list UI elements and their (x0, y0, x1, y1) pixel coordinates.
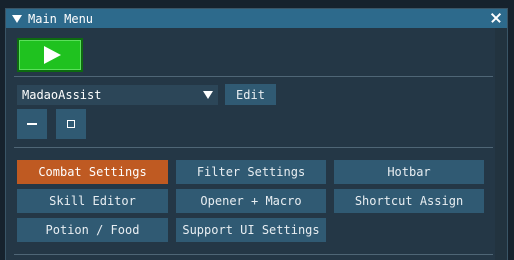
menu-button-filter-settings[interactable]: Filter Settings (176, 160, 326, 184)
window-title: Main Menu (28, 11, 94, 26)
menu-button-combat-settings[interactable]: Combat Settings (17, 160, 168, 184)
menu-button-opener-macro[interactable]: Opener + Macro (176, 189, 326, 213)
minimize-button[interactable] (17, 109, 47, 139)
square-button[interactable] (56, 109, 86, 139)
play-button[interactable] (17, 38, 83, 72)
minimize-icon (27, 123, 37, 125)
menu-button-shortcut-assign[interactable]: Shortcut Assign (334, 189, 484, 213)
menu-button-support-ui-settings[interactable]: Support UI Settings (176, 218, 326, 242)
profile-combo-value: MadaoAssist (22, 88, 102, 102)
triangle-down-icon[interactable] (12, 14, 22, 23)
close-icon[interactable] (489, 11, 503, 25)
title-bar[interactable]: Main Menu (6, 9, 507, 28)
square-icon (67, 120, 75, 128)
edit-button[interactable]: Edit (225, 84, 276, 105)
main-menu-window: Main Menu MadaoAssist Edit Combat Settin… (5, 8, 508, 260)
menu-button-skill-editor[interactable]: Skill Editor (17, 189, 168, 213)
separator (14, 254, 493, 255)
profile-combo[interactable]: MadaoAssist (17, 85, 218, 105)
separator (14, 76, 493, 77)
scrollbar[interactable] (495, 28, 507, 260)
menu-button-hotbar[interactable]: Hotbar (334, 160, 484, 184)
play-icon (44, 46, 61, 64)
chevron-down-icon (203, 91, 213, 99)
menu-button-potion-food[interactable]: Potion / Food (17, 218, 168, 242)
separator (14, 147, 493, 148)
